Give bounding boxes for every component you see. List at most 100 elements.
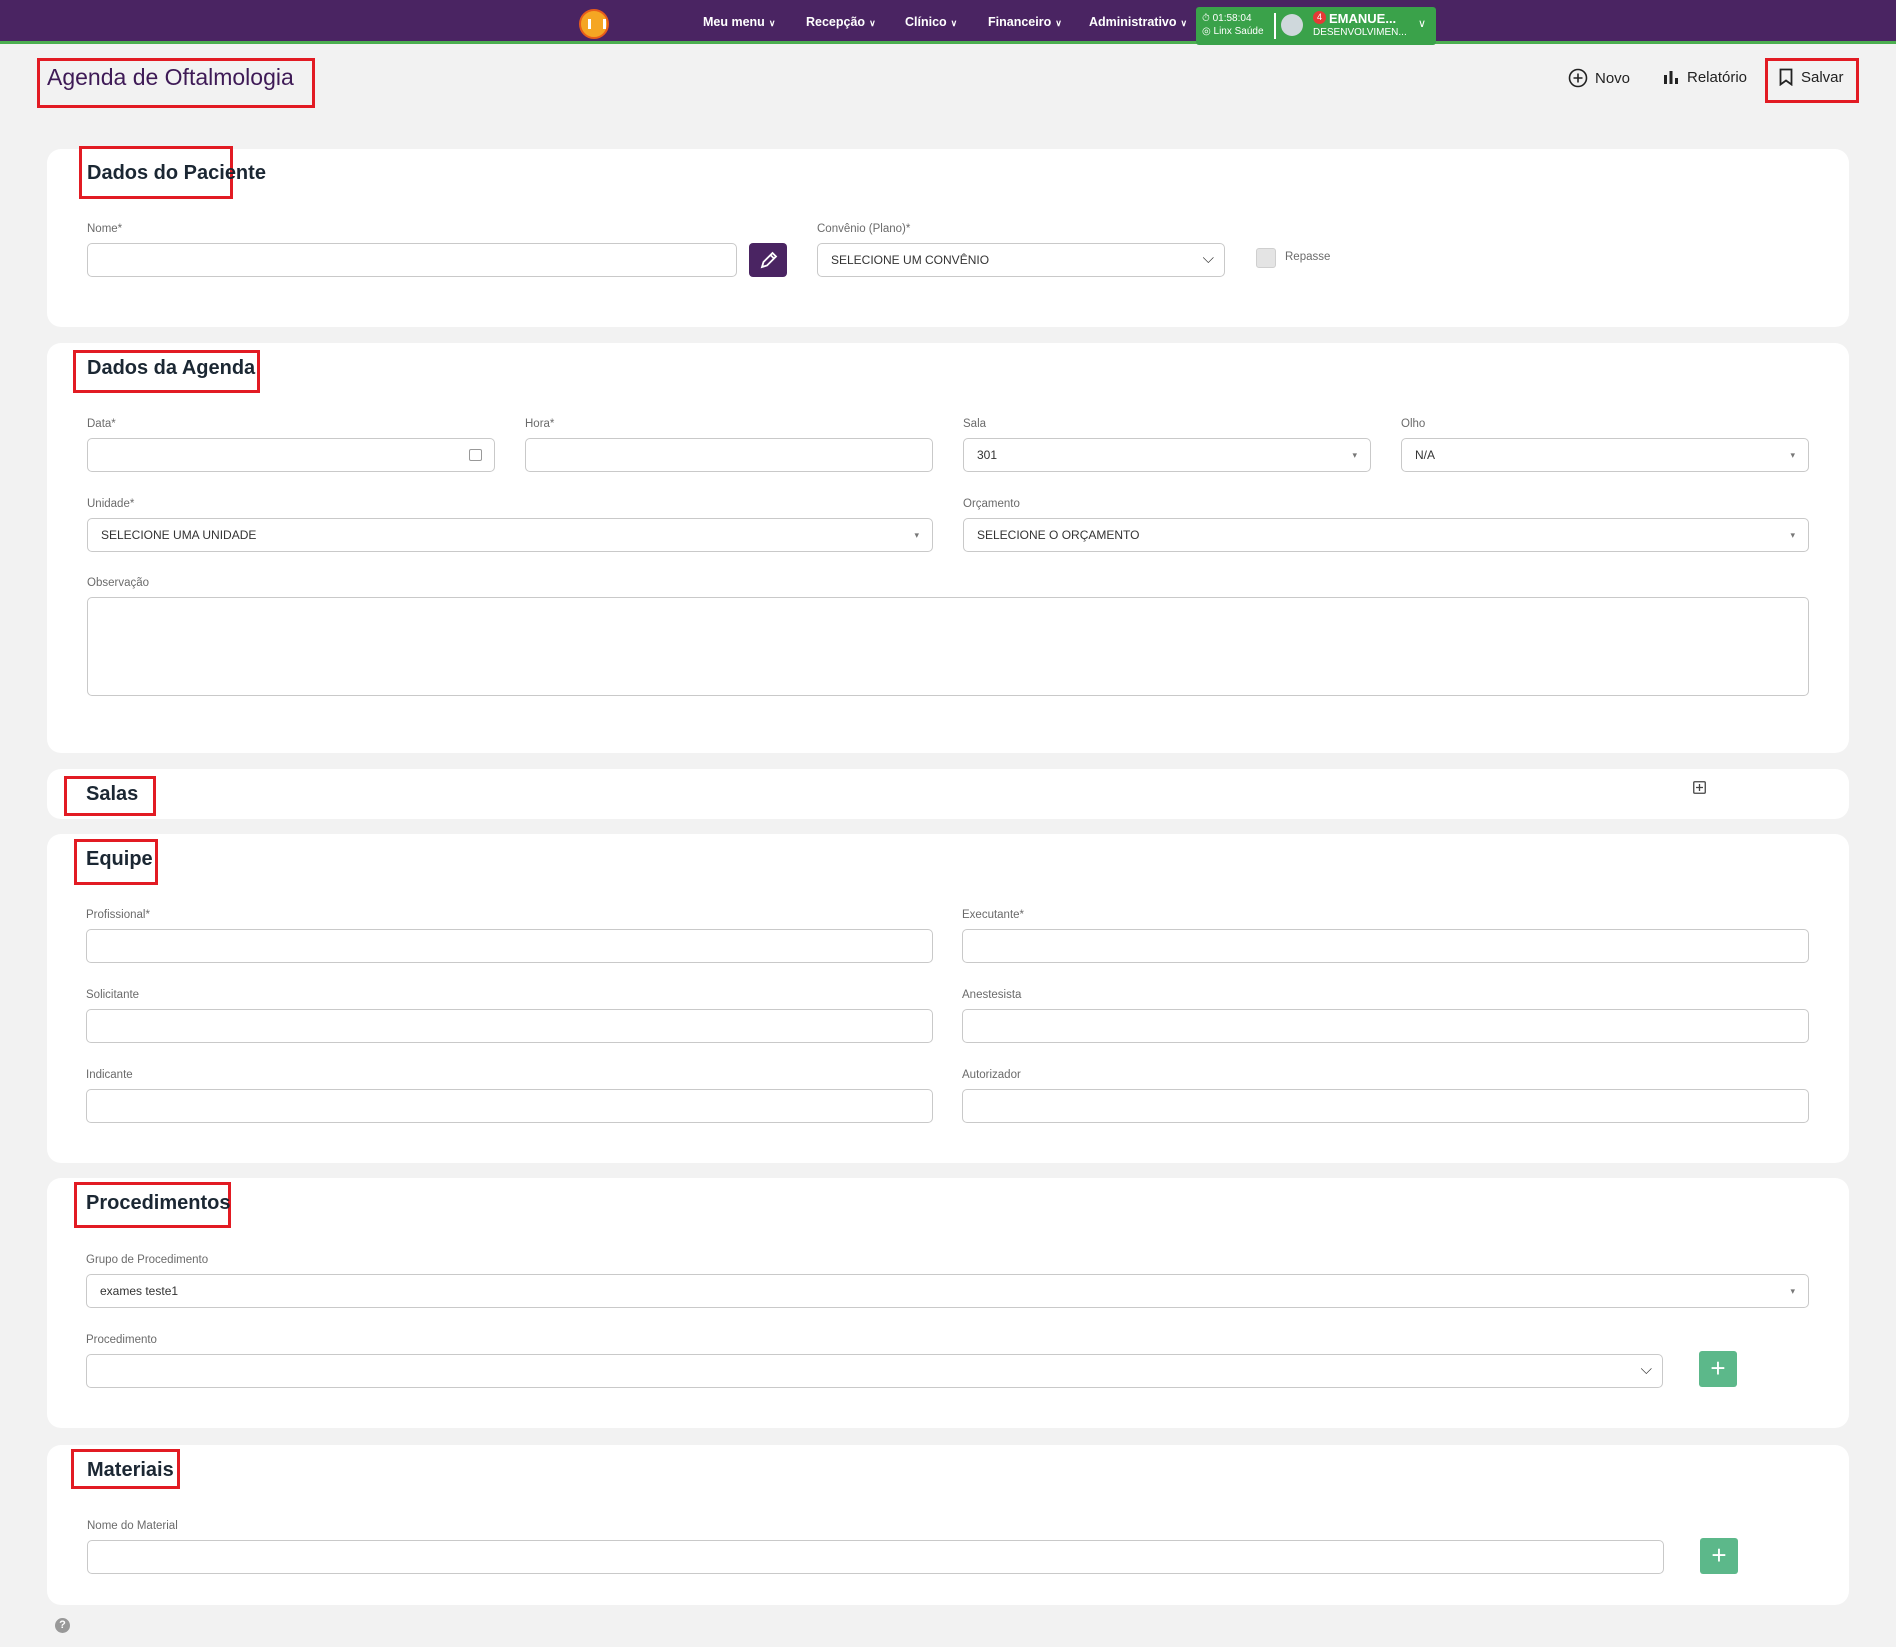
profissional-input[interactable]	[86, 929, 933, 963]
unidade-value: SELECIONE UMA UNIDADE	[101, 528, 257, 542]
convenio-select[interactable]: SELECIONE UM CONVÊNIO ⌵	[817, 243, 1225, 277]
session-info: ⏱ 01:58:04 ◎ Linx Saúde	[1202, 12, 1264, 38]
section-title: Procedimentos	[86, 1192, 231, 1214]
nav-label: Recepção	[806, 15, 866, 29]
user-name: EMANUE...	[1329, 11, 1397, 26]
orcamento-label: Orçamento	[963, 498, 1020, 510]
hora-input[interactable]	[525, 438, 933, 472]
salvar-label: Salvar	[1801, 68, 1844, 86]
nome-label: Nome*	[87, 223, 123, 235]
card-salas: Salas	[47, 769, 1849, 819]
observacao-label: Observação	[87, 577, 150, 589]
page-title: Agenda de Oftalmologia	[47, 64, 294, 90]
relatorio-button[interactable]: Relatório	[1662, 68, 1747, 86]
help-icon[interactable]: ?	[55, 1618, 70, 1633]
procedimento-select[interactable]: ⌵	[86, 1354, 1663, 1388]
relatorio-label: Relatório	[1687, 68, 1748, 86]
calendar-icon[interactable]	[469, 449, 482, 461]
notification-badge[interactable]: 4	[1313, 11, 1326, 24]
sala-label: Sala	[963, 418, 987, 430]
avatar	[1281, 14, 1303, 36]
app-logo[interactable]	[579, 9, 609, 39]
olho-value: N/A	[1415, 448, 1436, 462]
sala-select[interactable]: 301 ▾	[963, 438, 1371, 472]
nav-recepcao[interactable]: Recepção ∨	[806, 15, 876, 29]
section-title: Dados do Paciente	[87, 162, 266, 184]
procedimento-label: Procedimento	[86, 1334, 157, 1346]
grupo-procedimento-select[interactable]: exames teste1 ▾	[86, 1274, 1809, 1308]
chevron-down-icon: ∨	[768, 18, 776, 28]
top-navbar: Meu menu ∨ Recepção ∨ Clínico ∨ Financeiro ∨…	[0, 0, 1896, 45]
grupo-procedimento-value: exames teste1	[100, 1284, 179, 1298]
nome-input[interactable]	[87, 243, 737, 277]
novo-label: Novo	[1595, 69, 1631, 87]
caret-down-icon: ▾	[1790, 530, 1795, 540]
user-org: DESENVOLVIMEN...	[1313, 27, 1407, 38]
anestesista-label: Anestesista	[962, 989, 1022, 1001]
autorizador-input[interactable]	[962, 1089, 1809, 1123]
section-title: Dados da Agenda	[87, 357, 256, 379]
bookmark-icon	[1779, 68, 1793, 86]
nav-administrativo[interactable]: Administrativo ∨	[1089, 15, 1187, 29]
nome-material-input[interactable]	[87, 1540, 1664, 1574]
caret-down-icon: ▾	[1790, 450, 1795, 460]
clock-icon: ⏱	[1202, 13, 1210, 24]
hora-label: Hora*	[525, 418, 555, 430]
nav-financeiro[interactable]: Financeiro ∨	[988, 15, 1062, 29]
caret-down-icon: ▾	[1790, 1286, 1795, 1296]
indicante-input[interactable]	[86, 1089, 933, 1123]
data-input[interactable]	[87, 438, 495, 472]
olho-select[interactable]: N/A ▾	[1401, 438, 1809, 472]
anestesista-input[interactable]	[962, 1009, 1809, 1043]
novo-button[interactable]: Novo	[1568, 68, 1630, 88]
nav-label: Clínico	[905, 15, 947, 29]
unidade-select[interactable]: SELECIONE UMA UNIDADE ▾	[87, 518, 933, 552]
caret-down-icon: ▾	[914, 530, 919, 540]
nav-clinico[interactable]: Clínico ∨	[905, 15, 957, 29]
chevron-down-icon: ∨	[869, 18, 876, 28]
solicitante-input[interactable]	[86, 1009, 933, 1043]
section-title: Equipe	[86, 848, 153, 870]
grupo-procedimento-label: Grupo de Procedimento	[86, 1254, 209, 1266]
section-title: Salas	[86, 783, 139, 805]
olho-label: Olho	[1401, 418, 1426, 430]
unidade-label: Unidade*	[87, 498, 135, 510]
location-pin-icon: ◎	[1202, 26, 1211, 37]
session-clock: 01:58:04	[1212, 13, 1252, 24]
autorizador-label: Autorizador	[962, 1069, 1021, 1081]
add-material-button[interactable]: +	[1700, 1538, 1738, 1574]
nav-meu-menu[interactable]: Meu menu ∨	[703, 15, 775, 29]
orcamento-value: SELECIONE O ORÇAMENTO	[977, 528, 1140, 542]
chevron-down-icon: ∨	[950, 18, 958, 28]
repasse-checkbox[interactable]	[1256, 248, 1276, 268]
session-location: Linx Saúde	[1213, 26, 1264, 37]
executante-input[interactable]	[962, 929, 1809, 963]
nav-label: Administrativo	[1089, 15, 1177, 29]
orcamento-select[interactable]: SELECIONE O ORÇAMENTO ▾	[963, 518, 1809, 552]
plus-icon: +	[1711, 1540, 1727, 1570]
section-title: Materiais	[87, 1459, 174, 1481]
executante-label: Executante*	[962, 909, 1025, 921]
convenio-value: SELECIONE UM CONVÊNIO	[831, 253, 990, 267]
card-materiais: Materiais Nome do Material +	[47, 1445, 1849, 1605]
edit-patient-button[interactable]	[749, 243, 787, 277]
caret-down-icon: ▾	[1352, 450, 1357, 460]
card-equipe: Equipe Profissional* Executante* Solicit…	[47, 834, 1849, 1163]
sala-value: 301	[977, 448, 998, 462]
data-label: Data*	[87, 418, 116, 430]
card-procedimentos: Procedimentos Grupo de Procedimento exam…	[47, 1178, 1849, 1428]
profissional-label: Profissional*	[86, 909, 150, 921]
divider	[1274, 13, 1276, 39]
salvar-button[interactable]: Salvar	[1778, 68, 1844, 86]
pencil-icon	[760, 251, 778, 269]
solicitante-label: Solicitante	[86, 989, 140, 1001]
expand-icon[interactable]	[1693, 781, 1706, 794]
chevron-down-icon[interactable]: ∨	[1418, 17, 1426, 30]
add-procedimento-button[interactable]: +	[1699, 1351, 1737, 1387]
nav-label: Meu menu	[703, 15, 765, 29]
chevron-down-icon: ∨	[1180, 18, 1188, 28]
observacao-textarea[interactable]	[87, 597, 1809, 696]
indicante-label: Indicante	[86, 1069, 133, 1081]
user-menu[interactable]: ⏱ 01:58:04 ◎ Linx Saúde 4 EMANUE... DESE…	[1196, 7, 1436, 45]
nav-label: Financeiro	[988, 15, 1052, 29]
